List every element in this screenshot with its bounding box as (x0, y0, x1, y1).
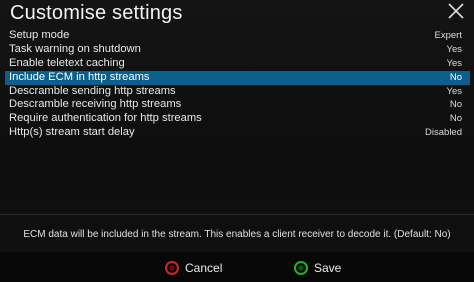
setting-value: Yes (446, 85, 463, 97)
setting-label: Enable teletext caching (9, 56, 125, 69)
setting-value: Expert (434, 30, 462, 41)
setting-row-descramble-sending[interactable]: Descramble sending http streams Yes (5, 85, 470, 99)
setting-label: Setup mode (9, 29, 70, 41)
setting-row-stream-start-delay[interactable]: Http(s) stream start delay Disabled (5, 126, 470, 140)
settings-dialog: Customise settings Setup mode Expert Tas… (0, 0, 474, 282)
cancel-label: Cancel (185, 261, 223, 275)
setting-value: Yes (446, 43, 463, 55)
setting-label: Require authentication for http streams (9, 112, 202, 125)
cancel-button[interactable]: Cancel (165, 260, 222, 276)
setting-row-include-ecm[interactable]: Include ECM in http streams No (5, 70, 470, 85)
setting-label: Include ECM in http streams (9, 70, 150, 83)
setting-label: Descramble receiving http streams (9, 98, 182, 111)
setting-row-require-auth[interactable]: Require authentication for http streams … (5, 112, 470, 126)
setting-value: No (449, 71, 462, 83)
red-button-icon (165, 261, 179, 275)
dialog-title: Customise settings (10, 2, 183, 24)
setting-row-descramble-receiving[interactable]: Descramble receiving http streams No (5, 98, 470, 112)
setting-value: Yes (446, 57, 463, 69)
setting-value: Disabled (425, 127, 462, 139)
setting-row-setup-mode[interactable]: Setup mode Expert (5, 29, 470, 43)
setting-label: Descramble sending http streams (9, 84, 176, 97)
green-button-icon (294, 261, 308, 275)
setting-row-teletext-caching[interactable]: Enable teletext caching Yes (5, 57, 470, 71)
setting-label: Task warning on shutdown (9, 42, 141, 55)
setting-value: No (449, 99, 462, 111)
setting-description: ECM data will be included in the stream.… (23, 229, 451, 240)
close-icon[interactable] (447, 2, 465, 20)
button-bar (0, 252, 474, 282)
save-label: Save (314, 261, 342, 275)
divider (0, 214, 474, 215)
settings-list: Setup mode Expert Task warning on shutdo… (5, 29, 470, 140)
setting-value: No (449, 113, 462, 125)
setting-label: Http(s) stream start delay (9, 126, 135, 139)
save-button[interactable]: Save (294, 260, 341, 276)
setting-row-task-warning[interactable]: Task warning on shutdown Yes (5, 43, 470, 57)
